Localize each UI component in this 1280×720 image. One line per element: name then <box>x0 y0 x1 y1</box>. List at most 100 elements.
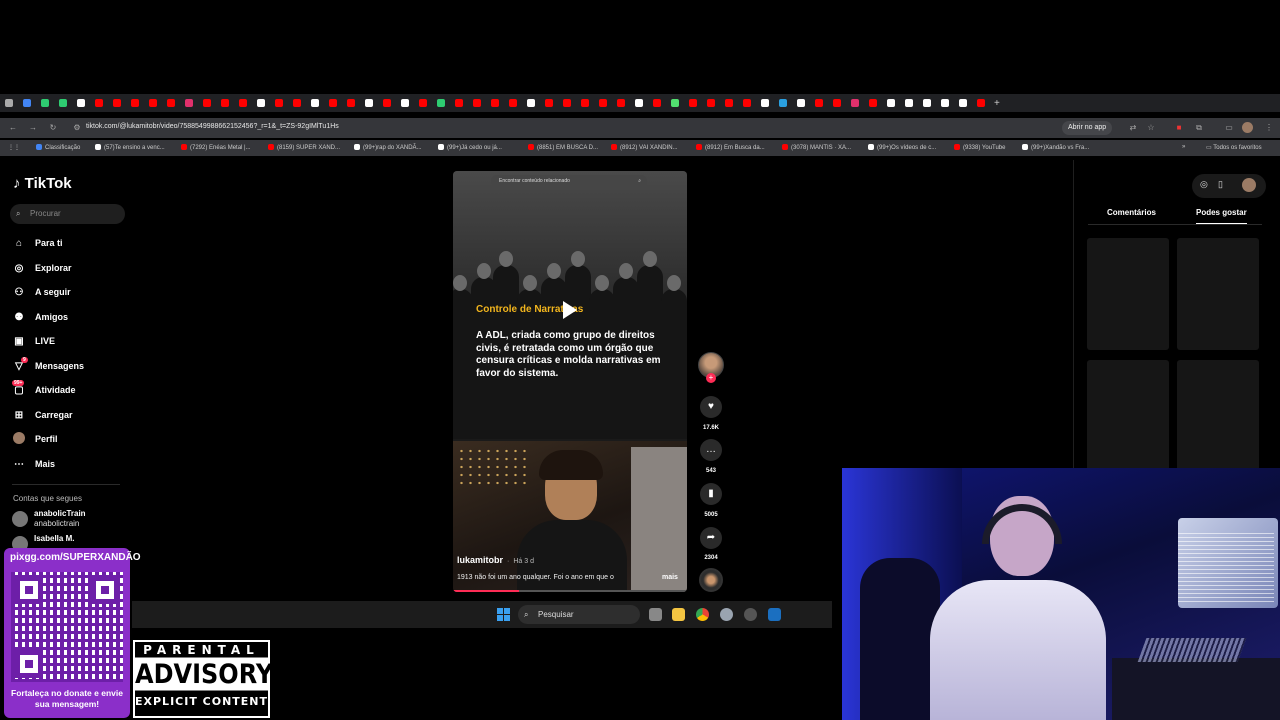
tab-favicon[interactable] <box>743 99 751 107</box>
suggested-video-card[interactable] <box>1087 238 1169 350</box>
steam-icon[interactable] <box>768 608 781 621</box>
tab-favicon[interactable] <box>689 99 697 107</box>
obs-icon[interactable] <box>744 608 757 621</box>
nav-activity[interactable]: ▢ 99+ Atividade <box>12 379 76 398</box>
task-view-icon[interactable] <box>649 608 662 621</box>
tab-favicon[interactable] <box>311 99 319 107</box>
site-info-icon[interactable]: ⚙ <box>70 123 84 132</box>
tab-favicon[interactable] <box>941 99 949 107</box>
tab-favicon[interactable] <box>779 99 787 107</box>
tab-favicon[interactable] <box>653 99 661 107</box>
forward-icon[interactable]: → <box>26 123 40 132</box>
following-account[interactable]: Isabella M. <box>12 534 74 552</box>
reload-icon[interactable]: ↻ <box>46 123 60 132</box>
nav-upload[interactable]: ⊞ Carregar <box>12 407 73 423</box>
bookmark-item[interactable]: (8851) EM BUSCA D... <box>528 144 598 151</box>
suggested-video-card[interactable] <box>1177 360 1259 472</box>
bookmark-item[interactable]: (99+)Já cedo ou já... <box>438 144 502 151</box>
extension-icon[interactable]: ■ <box>1172 123 1186 132</box>
following-account[interactable]: anabolicTrain anabolictrain <box>12 509 86 529</box>
all-favorites-folder[interactable]: ▭ Todos os favoritos <box>1206 144 1262 151</box>
taskbar-search[interactable]: ⌕ Pesquisar <box>518 605 640 624</box>
nav-live[interactable]: ▣ LIVE <box>12 333 55 349</box>
open-in-app-button[interactable]: Abrir no app <box>1062 121 1113 135</box>
tab-favicon[interactable] <box>77 99 85 107</box>
tab-favicon[interactable] <box>455 99 463 107</box>
tab-favicon[interactable] <box>365 99 373 107</box>
bookmark-item[interactable]: (3078) MANTIS · XA... <box>782 144 851 151</box>
play-icon[interactable] <box>563 301 577 319</box>
apps-icon[interactable]: ⋮⋮ <box>8 144 20 151</box>
windows-start-icon[interactable] <box>497 608 510 621</box>
tab-favicon[interactable] <box>473 99 481 107</box>
video-author[interactable]: lukamitobr · Há 3 d <box>457 555 534 565</box>
nav-profile[interactable]: Perfil <box>12 431 58 447</box>
tab-favicon[interactable] <box>815 99 823 107</box>
progress-bar[interactable] <box>453 590 687 592</box>
sidebar-icon[interactable]: ▭ <box>1222 123 1236 132</box>
tab-favicon[interactable] <box>5 99 13 107</box>
tab-favicon[interactable] <box>149 99 157 107</box>
tab-favicon[interactable] <box>599 99 607 107</box>
search-input[interactable]: ⌕ Procurar <box>10 204 125 224</box>
bookmark-item[interactable]: (99+)Xandão vs Fra... <box>1022 144 1089 151</box>
extensions-icon[interactable]: ⧉ <box>1192 123 1206 133</box>
tab-favicon[interactable] <box>401 99 409 107</box>
back-icon[interactable]: ← <box>6 123 20 132</box>
tab-favicon[interactable] <box>329 99 337 107</box>
tab-favicon[interactable] <box>437 99 445 107</box>
tab-favicon[interactable] <box>275 99 283 107</box>
bookmark-item[interactable]: (7292) Enéas Metal |... <box>181 144 251 151</box>
tab-favicon[interactable] <box>509 99 517 107</box>
tab-favicon[interactable] <box>635 99 643 107</box>
tab-favicon[interactable] <box>581 99 589 107</box>
nav-messages[interactable]: ▽ 9 Mensagens <box>12 356 84 374</box>
tab-favicon[interactable] <box>761 99 769 107</box>
settings-icon[interactable] <box>720 608 733 621</box>
tab-you-may-like[interactable]: Podes gostar <box>1196 208 1247 225</box>
bookmark-item[interactable]: Classificação <box>36 144 80 151</box>
bookmark-item[interactable]: (9338) YouTube <box>954 144 1005 151</box>
tab-favicon[interactable] <box>185 99 193 107</box>
menu-icon[interactable]: ⋮ <box>1262 123 1276 132</box>
bookmark-item[interactable]: (99+)rap do XANDÃ... <box>354 144 422 151</box>
file-explorer-icon[interactable] <box>672 608 685 621</box>
profile-avatar[interactable] <box>1242 122 1253 133</box>
device-icon[interactable]: ▯ <box>1218 179 1223 190</box>
nav-explore[interactable]: ◎ Explorar <box>12 260 72 276</box>
tab-comments[interactable]: Comentários <box>1107 208 1156 217</box>
bookmark-item[interactable]: (57)Te ensino a venc... <box>95 144 165 151</box>
tab-favicon[interactable] <box>239 99 247 107</box>
tab-favicon[interactable] <box>851 99 859 107</box>
tab-favicon[interactable] <box>95 99 103 107</box>
suggested-video-card[interactable] <box>1177 238 1259 350</box>
tab-favicon[interactable] <box>887 99 895 107</box>
comment-icon[interactable]: … <box>700 439 722 461</box>
music-disc-icon[interactable] <box>699 568 723 592</box>
nav-friends[interactable]: ⚉ Amigos <box>12 309 69 325</box>
chevron-right-icon[interactable]: » <box>1182 144 1185 150</box>
tiktok-logo[interactable]: ♪ TikTok <box>13 175 72 192</box>
translate-icon[interactable]: ⇄ <box>1126 123 1140 132</box>
tab-favicon[interactable] <box>203 99 211 107</box>
new-tab-button[interactable]: + <box>994 98 1000 109</box>
tab-favicon[interactable] <box>41 99 49 107</box>
tab-favicon[interactable] <box>527 99 535 107</box>
tab-favicon[interactable] <box>833 99 841 107</box>
tab-favicon[interactable] <box>257 99 265 107</box>
tab-favicon[interactable] <box>563 99 571 107</box>
tab-favicon[interactable] <box>167 99 175 107</box>
tab-favicon[interactable] <box>491 99 499 107</box>
tab-favicon[interactable] <box>671 99 679 107</box>
nav-for-you[interactable]: ⌂ Para ti <box>12 235 63 251</box>
nav-more[interactable]: ⋯ Mais <box>12 456 55 472</box>
bookmark-item[interactable]: (8912) VAI XANDIN... <box>611 144 678 151</box>
tab-favicon[interactable] <box>725 99 733 107</box>
tab-favicon[interactable] <box>293 99 301 107</box>
compass-icon[interactable]: ◎ <box>1200 179 1208 190</box>
tab-favicon[interactable] <box>617 99 625 107</box>
tab-favicon[interactable] <box>419 99 427 107</box>
tab-favicon[interactable] <box>923 99 931 107</box>
tab-favicon[interactable] <box>797 99 805 107</box>
browser-tab-strip[interactable]: + <box>0 94 1280 112</box>
